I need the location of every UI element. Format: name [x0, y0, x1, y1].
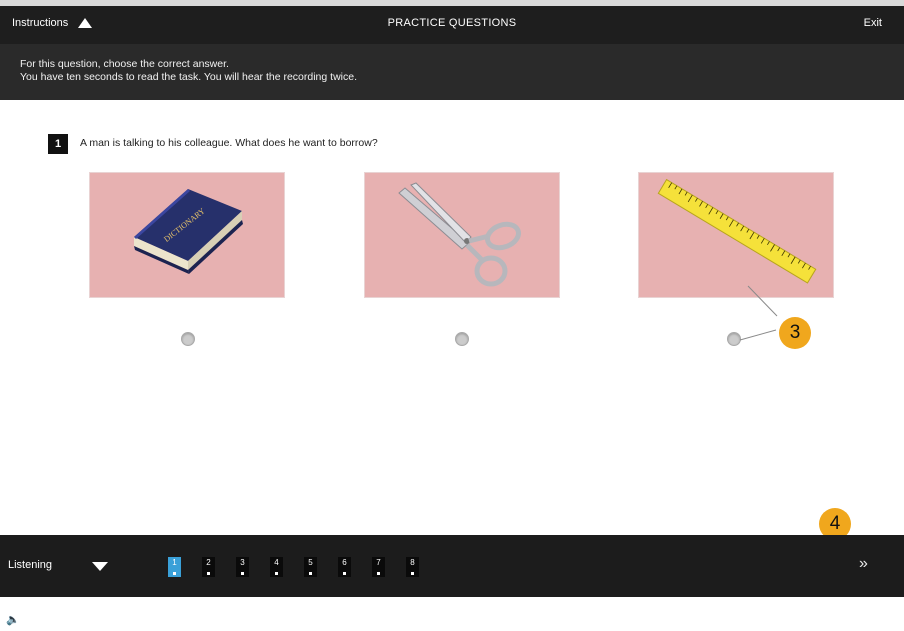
speaker-icon[interactable]: 🔈 [6, 613, 20, 626]
triangle-down-icon[interactable] [92, 562, 108, 571]
question-nav-dot [411, 572, 414, 575]
question-nav-dot [343, 572, 346, 575]
question-nav-dot [377, 572, 380, 575]
bottom-navigation-bar: Listening 1 2 3 4 5 6 7 8 » [0, 535, 904, 597]
top-bar: Instructions PRACTICE QUESTIONS Exit [0, 6, 904, 44]
page-title: PRACTICE QUESTIONS [387, 17, 517, 29]
question-nav-number: 6 [342, 558, 347, 567]
question-nav-number: 4 [274, 558, 279, 567]
instruction-line-2: You have ten seconds to read the task. Y… [20, 71, 357, 83]
question-nav-dot [309, 572, 312, 575]
section-label: Listening [8, 559, 53, 571]
instructions-panel: For this question, choose the correct an… [0, 44, 904, 100]
question-nav-dot [275, 572, 278, 575]
question-nav-6[interactable]: 6 [338, 557, 351, 577]
question-nav-number: 3 [240, 558, 245, 567]
question-nav-dot [173, 572, 176, 575]
question-nav-number: 2 [206, 558, 211, 567]
question-nav-number: 5 [308, 558, 313, 567]
question-nav-8[interactable]: 8 [406, 557, 419, 577]
question-nav-3[interactable]: 3 [236, 557, 249, 577]
exit-button[interactable]: Exit [864, 17, 882, 29]
question-nav-number: 7 [376, 558, 381, 567]
callout-leader-lines [739, 285, 778, 341]
callout-3: 3 [779, 317, 811, 349]
question-nav-2[interactable]: 2 [202, 557, 215, 577]
instruction-line-1: For this question, choose the correct an… [20, 58, 229, 70]
question-nav-5[interactable]: 5 [304, 557, 317, 577]
question-nav-dot [207, 572, 210, 575]
double-chevron-right-icon[interactable]: » [859, 555, 868, 573]
question-nav-dot [241, 572, 244, 575]
question-nav-number: 1 [172, 558, 177, 567]
question-nav-4[interactable]: 4 [270, 557, 283, 577]
question-area: 1 A man is talking to his colleague. Wha… [0, 100, 904, 540]
question-nav-number: 8 [410, 558, 415, 567]
question-nav-7[interactable]: 7 [372, 557, 385, 577]
question-nav-1[interactable]: 1 [168, 557, 181, 577]
footer: 🔈 [0, 597, 904, 631]
